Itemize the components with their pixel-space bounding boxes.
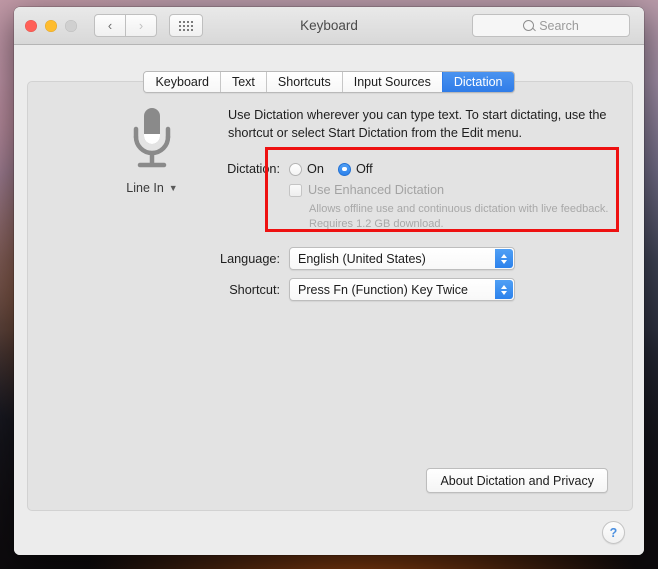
microphone-source-label: Line In <box>126 181 164 195</box>
about-dictation-and-privacy-button[interactable]: About Dictation and Privacy <box>426 468 608 493</box>
enhanced-dictation-help-text: Allows offline use and continuous dictat… <box>309 203 609 231</box>
tab-text[interactable]: Text <box>219 72 266 92</box>
microphone-block: Line In ▼ <box>100 104 204 197</box>
shortcut-row: Shortcut: Press Fn (Function) Key Twice <box>190 278 515 301</box>
enhanced-dictation-checkbox <box>289 183 302 197</box>
window-titlebar: ‹ › Keyboard Search <box>14 7 644 45</box>
search-placeholder: Search <box>539 18 579 33</box>
language-dropdown[interactable]: English (United States) <box>289 247 515 270</box>
radio-button-on[interactable] <box>289 162 302 176</box>
tab-input-sources[interactable]: Input Sources <box>341 72 442 92</box>
question-mark-icon: ? <box>609 525 618 540</box>
forward-button: › <box>126 14 157 37</box>
dictation-radio-group: On Off <box>289 162 373 176</box>
chevron-right-icon: › <box>138 18 144 33</box>
close-button[interactable] <box>25 19 37 32</box>
dictation-on-label: On <box>307 162 324 176</box>
tab-keyboard[interactable]: Keyboard <box>144 72 220 92</box>
dictation-toggle-row: Dictation: On Off <box>190 162 373 176</box>
search-icon <box>523 20 535 31</box>
tab-bar: Keyboard Text Shortcuts Input Sources Di… <box>14 71 644 93</box>
language-row: Language: English (United States) <box>190 247 515 270</box>
navigation-buttons: ‹ › <box>94 14 157 37</box>
chevron-left-icon: ‹ <box>107 18 113 33</box>
popup-arrows-icon <box>495 280 513 299</box>
window-content: Keyboard Text Shortcuts Input Sources Di… <box>14 45 644 555</box>
dictation-radio-on[interactable]: On <box>289 162 324 176</box>
dictation-radio-off[interactable]: Off <box>337 162 373 176</box>
shortcut-dropdown[interactable]: Press Fn (Function) Key Twice <box>289 278 515 301</box>
popup-arrows-icon <box>495 249 513 268</box>
radio-button-off[interactable] <box>337 162 351 176</box>
dictation-description: Use Dictation wherever you can type text… <box>228 108 607 141</box>
grid-icon <box>179 20 193 31</box>
microphone-source-dropdown[interactable]: Line In ▼ <box>126 181 177 195</box>
help-button[interactable]: ? <box>602 521 625 544</box>
dictation-panel: Line In ▼ Use Dictation wherever you can… <box>27 81 633 511</box>
chevron-down-icon: ▼ <box>168 182 178 193</box>
tab-dictation[interactable]: Dictation <box>441 72 514 92</box>
show-all-button[interactable] <box>169 14 203 37</box>
tab-segmented-control: Keyboard Text Shortcuts Input Sources Di… <box>143 71 515 93</box>
back-button[interactable]: ‹ <box>94 14 126 37</box>
minimize-button[interactable] <box>45 19 57 32</box>
dictation-off-label: Off <box>355 162 373 176</box>
shortcut-value: Press Fn (Function) Key Twice <box>298 282 468 297</box>
zoom-button <box>65 19 77 32</box>
shortcut-label: Shortcut: <box>229 282 280 297</box>
enhanced-dictation-label: Use Enhanced Dictation <box>308 183 445 197</box>
language-value: English (United States) <box>298 251 426 266</box>
system-preferences-window: ‹ › Keyboard Search Keyboard Text Shortc… <box>14 7 644 555</box>
dictation-label: Dictation: <box>227 162 280 176</box>
tab-shortcuts[interactable]: Shortcuts <box>265 72 342 92</box>
traffic-light-group <box>25 19 77 32</box>
search-input[interactable]: Search <box>472 14 630 37</box>
language-label: Language: <box>220 251 280 266</box>
microphone-icon <box>133 108 171 168</box>
enhanced-dictation-checkbox-row: Use Enhanced Dictation <box>289 183 444 197</box>
